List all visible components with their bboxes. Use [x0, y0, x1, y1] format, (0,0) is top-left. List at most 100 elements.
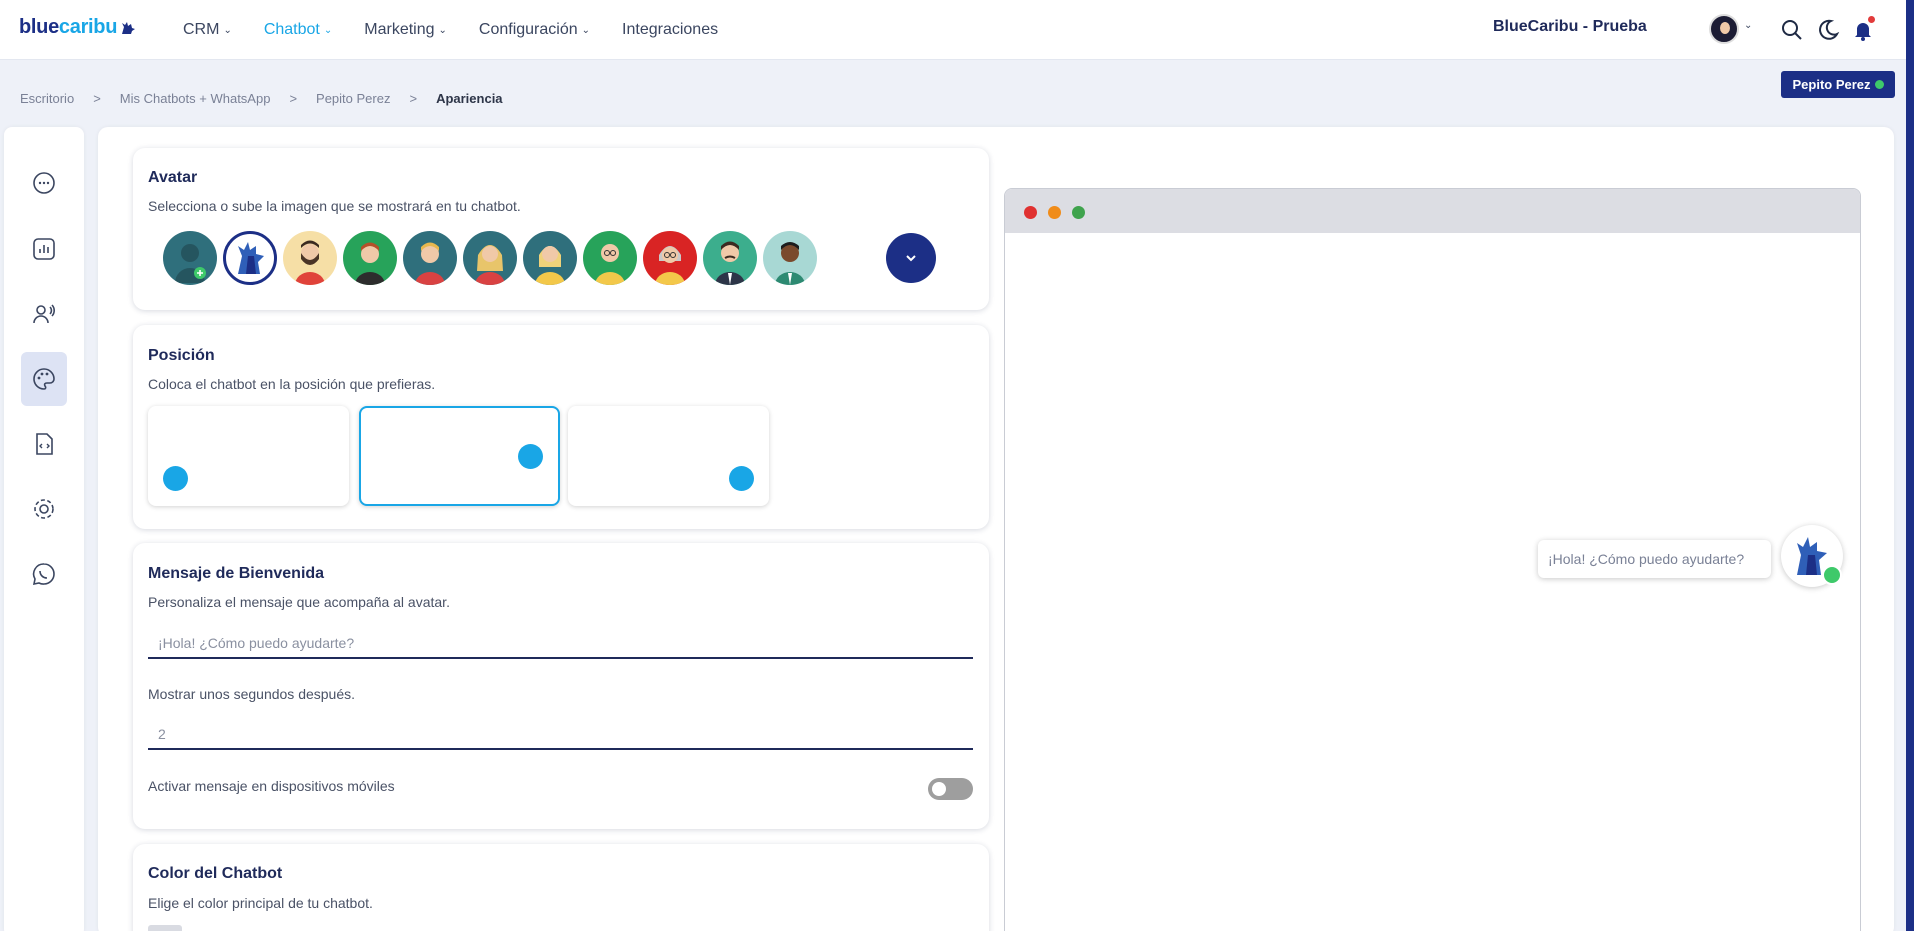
sidebar-item-appearance[interactable] [21, 352, 67, 406]
redhead-man-avatar-icon [355, 242, 385, 285]
color-card-title: Color del Chatbot [148, 865, 283, 882]
position-card-subtitle: Coloca el chatbot en la posición que pre… [148, 376, 436, 392]
chatbot-color-card: Color del Chatbot Elige el color princip… [133, 844, 989, 931]
right-edge-bar [1906, 0, 1914, 931]
search-icon[interactable] [1780, 18, 1804, 42]
window-maximize-dot [1072, 206, 1085, 219]
bluecaribu-logo[interactable]: blue caribu [19, 16, 137, 39]
color-swatch[interactable] [148, 925, 182, 931]
avatar-card: Avatar Selecciona o sube la imagen que s… [133, 148, 989, 310]
grandma-avatar-icon [655, 246, 685, 285]
logo-text-caribu: caribu [58, 16, 118, 38]
breadcrumb-pepito-perez[interactable]: Pepito Perez [316, 91, 390, 106]
chatbot-badge-label: Pepito Perez [1792, 77, 1871, 92]
chart-icon [33, 238, 55, 260]
chevron-down-icon: ⌄ [581, 24, 591, 36]
menu-configuracion-label: Configuración [478, 21, 578, 38]
preview-window-titlebar [1005, 189, 1860, 233]
welcome-message-input[interactable]: ¡Hola! ¿Cómo puedo ayudarte? [148, 629, 973, 659]
notification-badge [1868, 16, 1875, 23]
chevron-down-icon: ⌄ [323, 24, 333, 36]
moon-icon[interactable] [1816, 18, 1840, 42]
avatar-card-subtitle: Selecciona o sube la imagen que se mostr… [148, 198, 521, 214]
blonde-woman-2-avatar-icon [535, 246, 565, 285]
sidebar-item-statistics[interactable] [21, 222, 67, 276]
blond-man-avatar-icon [415, 242, 445, 285]
avatar-option-blonde-woman[interactable] [463, 231, 517, 285]
avatar-option-bearded-man[interactable] [283, 231, 337, 285]
welcome-card-title: Mensaje de Bienvenida [148, 565, 325, 582]
bald-man-avatar-icon [595, 244, 625, 285]
breadcrumb-apariencia: Apariencia [436, 91, 503, 106]
menu-crm-label: CRM [183, 21, 220, 38]
window-minimize-dot [1048, 206, 1061, 219]
menu-configuracion[interactable]: Configuración ⌄ [479, 21, 590, 39]
breadcrumb-separator: > [289, 91, 298, 106]
main-menu: CRM ⌄ Chatbot ⌄ Marketing ⌄ Configuración ⌄ … [183, 0, 750, 60]
window-close-dot [1024, 206, 1037, 219]
avatar-card-title: Avatar [148, 169, 198, 186]
chevron-down-icon[interactable]: ⌄ [1744, 20, 1752, 31]
sidebar-item-contacts[interactable] [21, 287, 67, 341]
add-avatar-icon [175, 244, 206, 283]
toggle-knob [932, 782, 946, 796]
menu-chatbot-label: Chatbot [263, 21, 320, 38]
welcome-card-subtitle: Personaliza el mensaje que acompaña al a… [148, 594, 450, 610]
blonde-woman-avatar-icon [475, 245, 505, 285]
mobile-message-toggle[interactable] [928, 778, 973, 800]
logo-text-blue: blue [19, 16, 59, 38]
avatar-option-blond-man[interactable] [403, 231, 457, 285]
sidebar-item-code[interactable] [21, 417, 67, 471]
delay-label: Mostrar unos segundos después. [148, 686, 356, 702]
code-file-icon [36, 433, 53, 455]
avatar-option-grandma[interactable] [643, 231, 697, 285]
avatar-option-caribou-selected[interactable] [223, 231, 277, 285]
avatar-option-bald-man[interactable] [583, 231, 637, 285]
chevron-down-icon [906, 255, 916, 262]
sidebar-item-whatsapp[interactable] [21, 547, 67, 601]
user-avatar[interactable] [1709, 14, 1739, 44]
chevron-down-icon: ⌄ [223, 24, 232, 36]
avatar-option-dark-man[interactable] [763, 231, 817, 285]
voice-user-icon [33, 304, 55, 324]
caribu-logo-icon [122, 21, 136, 34]
breadcrumb-mis-chatbots[interactable]: Mis Chatbots + WhatsApp [120, 91, 271, 106]
upload-avatar-option[interactable] [163, 231, 217, 285]
company-name[interactable]: BlueCaribu - Prueba [1493, 18, 1647, 36]
menu-integraciones-label: Integraciones [622, 21, 719, 38]
sidebar-item-conversations[interactable] [21, 157, 67, 211]
chatbot-badge[interactable]: Pepito Perez [1781, 71, 1895, 98]
menu-crm[interactable]: CRM ⌄ [183, 21, 232, 39]
position-option-bottom-right[interactable] [568, 406, 769, 506]
chatbot-sidebar [4, 127, 84, 931]
chevron-down-icon: ⌄ [438, 24, 447, 36]
chatbot-position-marker [518, 444, 543, 469]
position-card-title: Posición [148, 347, 215, 364]
preview-online-indicator [1822, 565, 1842, 585]
menu-marketing-label: Marketing [364, 21, 435, 38]
palette-icon [33, 368, 55, 390]
position-option-bottom-left[interactable] [148, 406, 349, 506]
bearded-man-avatar-icon [295, 240, 325, 285]
menu-chatbot[interactable]: Chatbot ⌄ [264, 21, 332, 39]
sidebar-item-settings[interactable] [21, 482, 67, 536]
breadcrumb-escritorio[interactable]: Escritorio [20, 91, 74, 106]
top-navbar: blue caribu CRM ⌄ Chatbot ⌄ Marketing ⌄ Conf… [0, 0, 1906, 60]
breadcrumb-separator: > [93, 91, 101, 106]
preview-welcome-bubble: ¡Hola! ¿Cómo puedo ayudarte? [1538, 540, 1771, 578]
menu-integraciones[interactable]: Integraciones [622, 21, 718, 39]
color-card-subtitle: Elige el color principal de tu chatbot. [148, 895, 373, 911]
delay-seconds-input[interactable]: 2 [148, 720, 973, 750]
avatar-face [1720, 22, 1730, 34]
position-option-middle-right[interactable] [359, 406, 560, 506]
chatbot-position-marker [163, 466, 188, 491]
menu-marketing[interactable]: Marketing ⌄ [364, 21, 447, 39]
avatar-option-blonde-woman-2[interactable] [523, 231, 577, 285]
gear-icon [34, 499, 54, 519]
expand-avatars-button[interactable] [886, 233, 936, 283]
mustache-man-avatar-icon [715, 241, 745, 285]
chat-icon [33, 172, 55, 194]
avatar-option-mustache-man[interactable] [703, 231, 757, 285]
chatbot-position-marker [729, 466, 754, 491]
avatar-option-redhead-man[interactable] [343, 231, 397, 285]
